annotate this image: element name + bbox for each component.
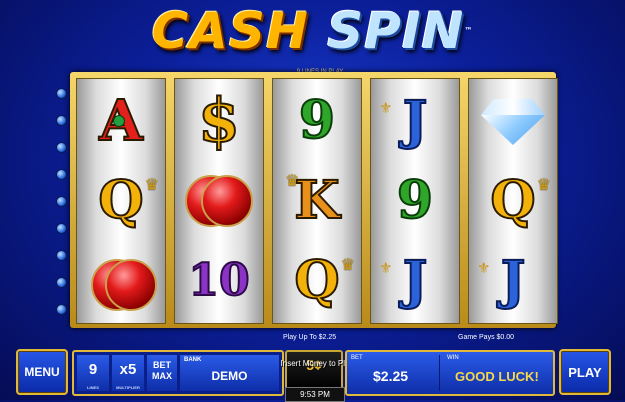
crown-icon: ♛ [285,173,300,190]
divider [439,355,440,391]
play-button[interactable]: PLAY [559,349,611,395]
bet-value: $2.25 [373,368,409,384]
symbol-queen: Q ♛ [97,170,159,231]
payline-indicator[interactable] [56,88,67,99]
bet-label: BET [351,355,363,361]
symbol-ace: A [77,81,165,161]
payline-indicator[interactable] [56,115,67,126]
symbol-dollar: $ [197,86,241,156]
symbol-jack: ⚜ J [379,90,428,151]
title-word-cash: CASH [151,2,309,60]
denomination-button[interactable]: 5¢ [285,350,343,390]
payline-indicator[interactable] [56,250,67,261]
symbol-nine: 9 [396,170,434,231]
symbol-ruby [77,241,165,321]
payline-indicator[interactable] [56,223,67,234]
emerald-icon [113,115,125,127]
bet-max-line2: MAX [152,371,172,381]
win-value: GOOD LUCK! [455,369,539,384]
bet-max-button[interactable]: BET MAX [147,355,177,391]
lines-caption: LINES [87,385,99,390]
multiplier-caption: MULTIPLIER [116,385,140,390]
symbol-queen: Q ♛ [489,170,551,231]
symbol-jack: ⚜ J [477,250,526,311]
multiplier-selector[interactable]: x5 MULTIPLIER [112,355,144,391]
reel-4: ⚜ J 9 ⚜ J [370,78,460,324]
symbol-jack: ⚜ J [379,250,428,311]
fleur-de-lis-icon: ⚜ [477,260,491,277]
payline-indicator[interactable] [56,169,67,180]
reel-frame: A Q♛ $ 10 9 K♛ Q♛ [70,72,558,328]
payline-indicator[interactable] [56,304,67,315]
reel-5: Q ♛ ⚜ J [468,78,558,324]
multiplier-value: x5 [119,361,137,378]
crown-icon: ♛ [144,177,159,194]
win-label: WIN [447,355,459,361]
symbol-diamond [469,81,557,161]
bank-value: DEMO [211,369,248,383]
bet-win-panel: BET $2.25 WIN GOOD LUCK! [345,350,555,396]
fleur-de-lis-icon: ⚜ [379,100,393,117]
play-up-to-text: Play Up To $2.25 [283,334,337,341]
symbol-ten: 10 [187,254,250,307]
lines-value: 9 [88,361,98,378]
reel-2: $ 10 [174,78,264,324]
symbol-king: K ♛ [285,170,341,231]
game-pays-text: Game Pays $0.00 [458,334,515,341]
ruby-icon [201,175,253,227]
bet-max-line1: BET [153,360,171,370]
symbol-queen: Q ♛ [293,250,355,311]
bank-label: BANK [184,357,202,363]
payline-indicator[interactable] [56,277,67,288]
menu-button[interactable]: MENU [16,349,68,395]
crown-icon: ♛ [536,177,551,194]
ruby-icon [105,259,157,311]
lines-selector[interactable]: 9 LINES [77,355,109,391]
fleur-de-lis-icon: ⚜ [379,260,393,277]
symbol-nine: 9 [298,90,336,151]
symbol-ruby [175,161,263,241]
title-word-spin: SPIN [327,2,465,60]
crown-icon: ♛ [340,257,355,274]
reel-3: 9 K ♛ Q ♛ [272,78,362,324]
payline-indicator[interactable] [56,142,67,153]
reel-1: A Q♛ [76,78,166,324]
bet-control-panel: 9 LINES x5 MULTIPLIER BET MAX BANK DEMO [72,350,284,396]
trademark: ™ [464,26,474,35]
payline-indicator[interactable] [56,196,67,207]
game-title: CASH SPIN™ [0,2,625,60]
